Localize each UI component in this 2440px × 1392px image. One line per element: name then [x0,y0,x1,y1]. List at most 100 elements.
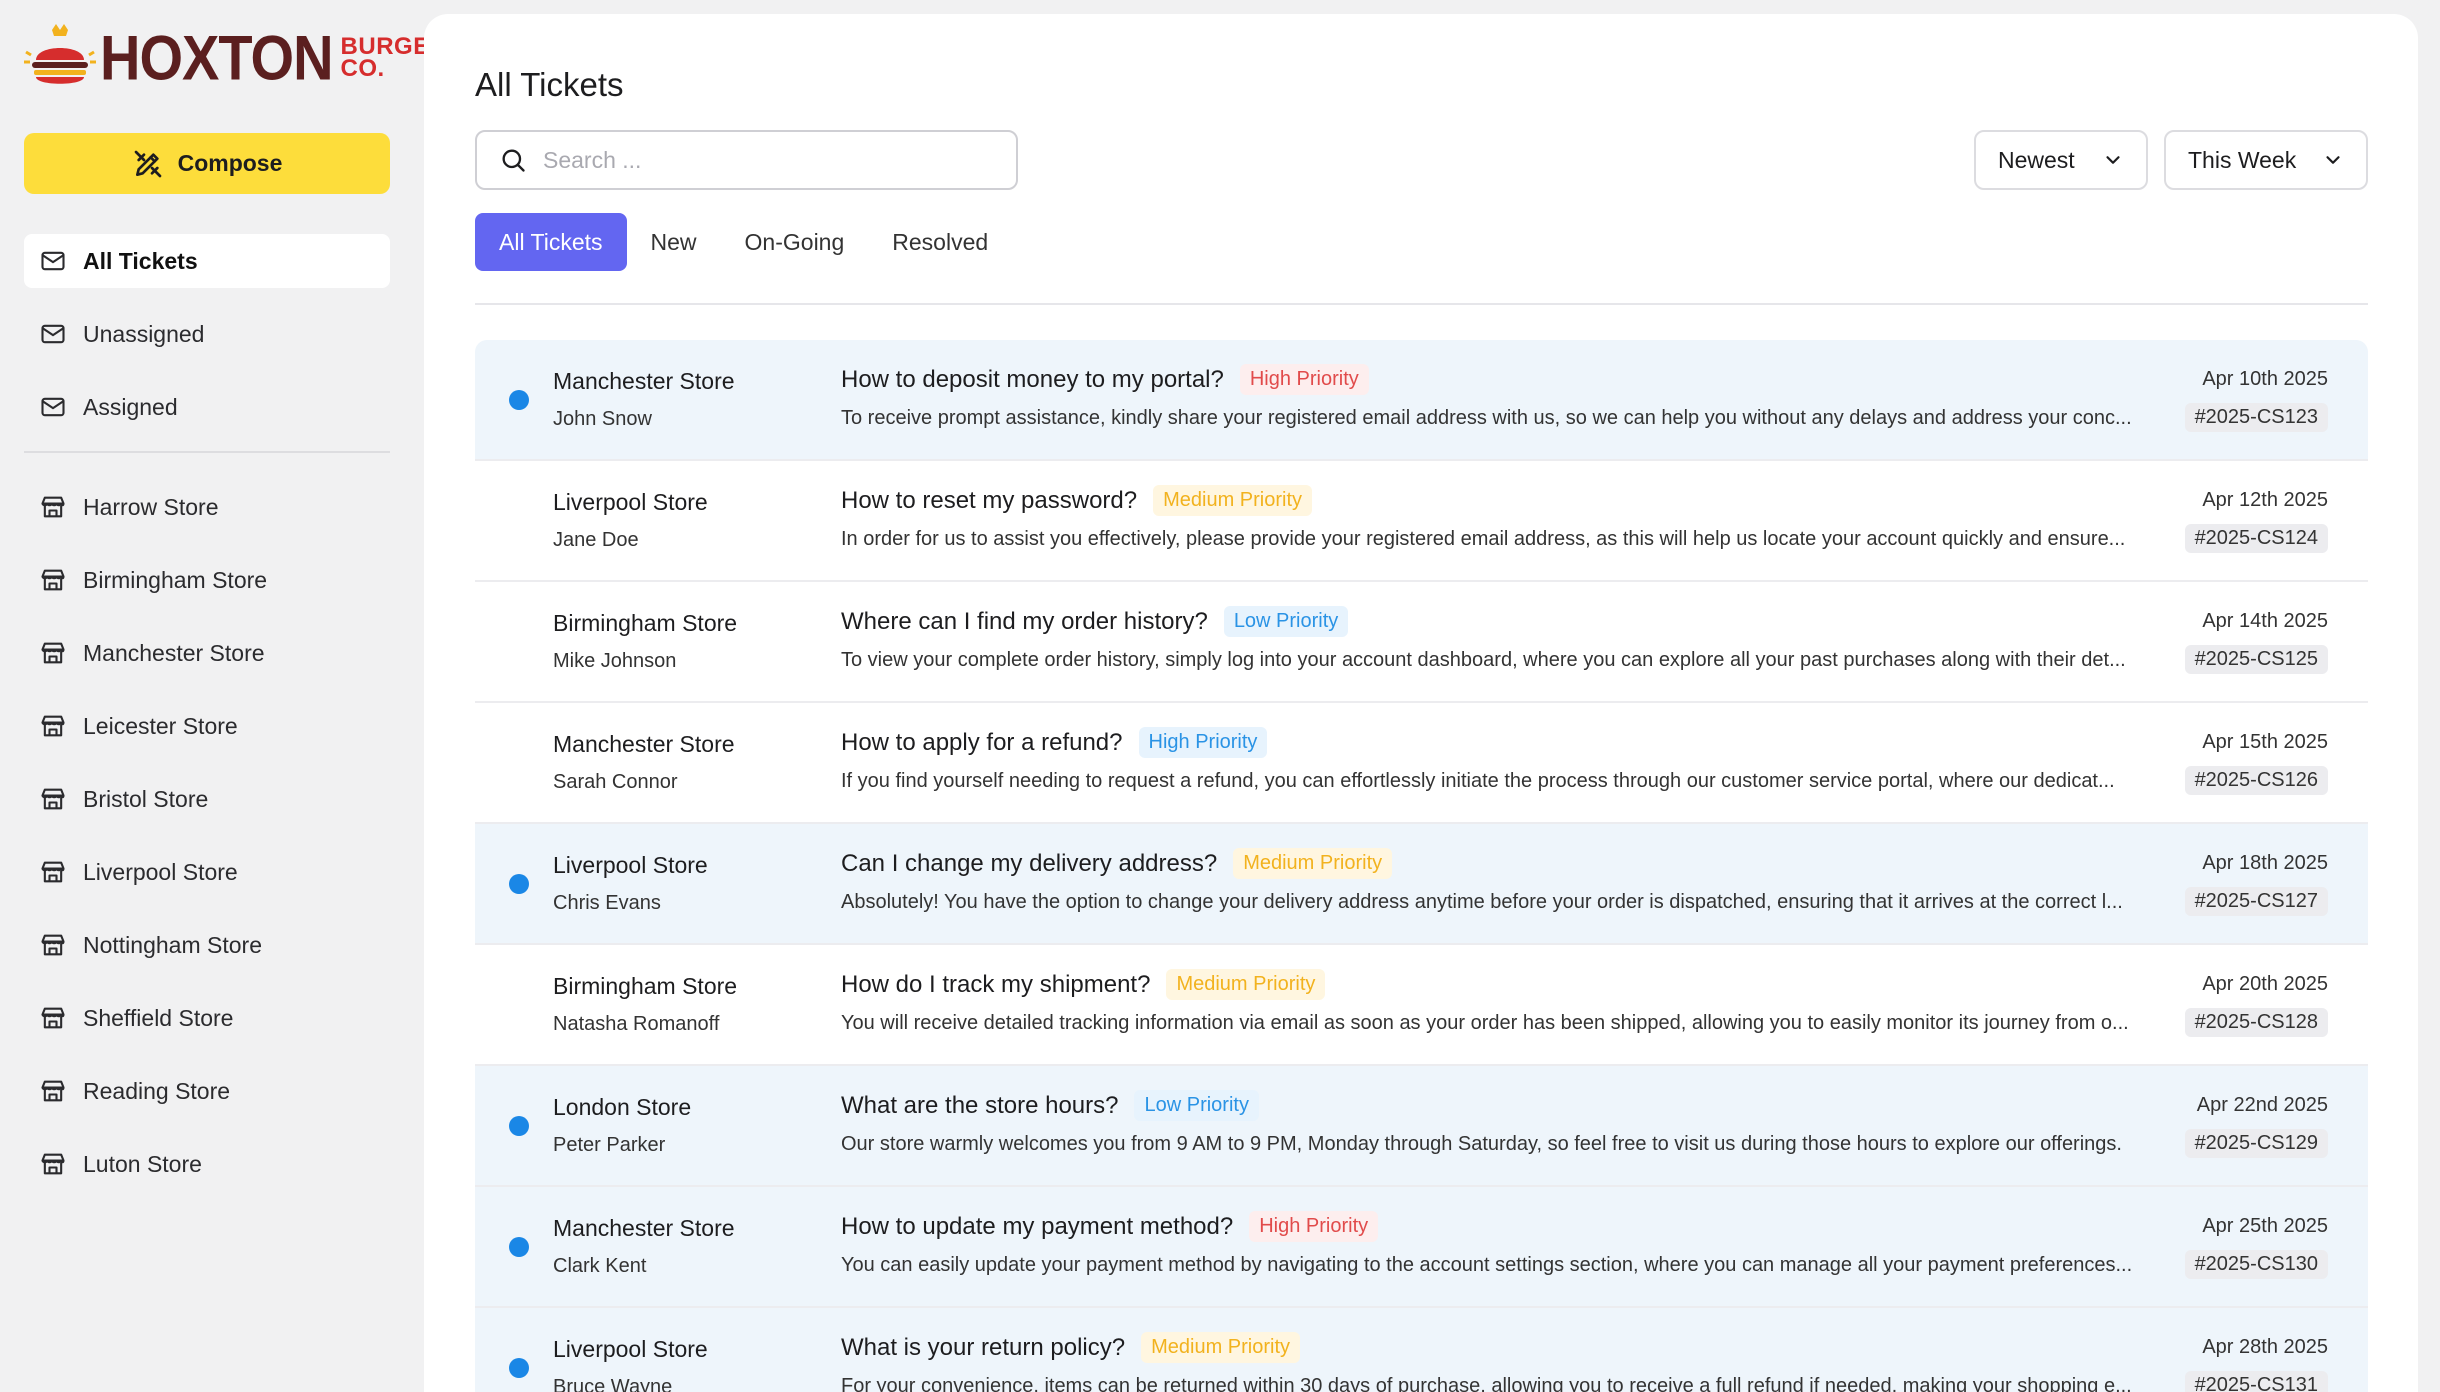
ticket-subject: What is your return policy? [841,1333,1126,1361]
ticket-store: Liverpool Store [553,489,708,515]
sidebar-item-label: Leicester Store [83,712,238,739]
ticket-row[interactable]: Liverpool Store Jane Doe How to reset my p… [475,461,2368,582]
ticket-subject: What are the store hours? [841,1091,1119,1119]
nav-item-label: Assigned [83,393,178,420]
ticket-customer: Sarah Connor [553,771,678,793]
nav-item-unassigned[interactable]: Unassigned [24,307,390,361]
ticket-subject-line: How to deposit money to my portal? High P… [841,364,1369,395]
unread-dot-icon [509,389,529,410]
sidebar-item-store[interactable]: Nottingham Store [24,918,390,972]
sidebar-divider [24,451,390,453]
chevron-down-icon [2326,156,2340,164]
ticket-date: Apr 14th 2025 [2202,610,2328,632]
nav-item-assigned[interactable]: Assigned [24,380,390,434]
ticket-subject: Where can I find my order history? [841,607,1208,635]
ticket-store: London Store [553,1094,692,1120]
sidebar-item-store[interactable]: Harrow Store [24,480,390,534]
priority-badge: Low Priority [1134,1090,1259,1121]
ticket-id-badge: #2025-CS123 [2184,403,2328,432]
ticket-subject: How do I track my shipment? [841,970,1151,998]
store-icon [41,788,65,810]
store-icon [41,934,65,956]
ticket-date: Apr 25th 2025 [2202,1215,2328,1237]
ticket-date: Apr 22nd 2025 [2196,1094,2328,1116]
tab-resolved[interactable]: Resolved [868,213,1012,271]
brand-logo[interactable]: HOXTON BURGER CO. [22,22,447,94]
priority-badge: Medium Priority [1233,848,1393,879]
sidebar-item-store[interactable]: Luton Store [24,1137,390,1191]
ticket-subject-line: Can I change my delivery address? Medium … [841,848,1393,879]
ticket-subject-line: How do I track my shipment? Medium Priori… [841,969,1326,1000]
sidebar-item-store[interactable]: Reading Store [24,1064,390,1118]
ticket-store: Liverpool Store [553,1336,708,1362]
ticket-preview: You will receive detailed tracking infor… [841,1012,2129,1034]
ticket-row[interactable]: Birmingham Store Natasha Romanoff How do I… [475,945,2368,1066]
ticket-customer: John Snow [553,408,652,430]
store-icon [41,642,65,664]
ticket-date: Apr 15th 2025 [2202,731,2328,753]
sidebar-item-store[interactable]: Bristol Store [24,772,390,826]
ticket-date: Apr 10th 2025 [2202,368,2328,390]
unread-dot-icon [509,1115,529,1136]
priority-badge: Medium Priority [1153,485,1313,516]
ticket-id-badge: #2025-CS130 [2184,1250,2328,1279]
ticket-customer: Mike Johnson [553,650,677,672]
ticket-preview: For your convenience, items can be retur… [841,1375,2132,1392]
ticket-preview: To view your complete order history, sim… [841,649,2126,671]
tab-new[interactable]: New [627,213,721,271]
ticket-list: Manchester Store John Snow How to deposit … [475,340,2368,1392]
ticket-store: Manchester Store [553,368,735,394]
tab-all-tickets[interactable]: All Tickets [475,213,627,271]
ticket-subject-line: What are the store hours? Low Priority [841,1090,1259,1121]
sidebar-item-store[interactable]: Sheffield Store [24,991,390,1045]
sidebar-item-store[interactable]: Birmingham Store [24,553,390,607]
sidebar-item-store[interactable]: Manchester Store [24,626,390,680]
date-range-dropdown[interactable]: This Week [2164,130,2368,190]
tabs-divider [475,303,2368,305]
ticket-date: Apr 18th 2025 [2202,852,2328,874]
ticket-row[interactable]: Manchester Store Sarah Connor How to apply… [475,703,2368,824]
store-nav: Harrow Store Birmingham Store Manchester S… [24,480,390,1210]
ticket-preview: In order for us to assist you effectivel… [841,528,2126,550]
sort-dropdown[interactable]: Newest [1974,130,2148,190]
ticket-row[interactable]: Liverpool Store Bruce Wayne What is your r… [475,1308,2368,1392]
store-icon [41,715,65,737]
mail-icon [41,324,65,344]
priority-badge: High Priority [1239,364,1369,395]
ticket-row[interactable]: Birmingham Store Mike Johnson Where can I … [475,582,2368,703]
ticket-subject: How to apply for a refund? [841,728,1123,756]
ticket-customer: Clark Kent [553,1255,647,1277]
compose-button[interactable]: Compose [24,133,390,194]
ticket-preview: If you find yourself needing to request … [841,770,2115,792]
sort-dropdown-value: Newest [1998,146,2075,173]
search-box[interactable] [475,130,1018,190]
ticket-id-badge: #2025-CS124 [2184,524,2328,553]
priority-badge: Medium Priority [1141,1332,1301,1363]
compose-icon [134,150,161,177]
brand-name: HOXTON [100,22,334,93]
store-icon [41,496,65,518]
ticket-row[interactable]: London Store Peter Parker What are the sto… [475,1066,2368,1187]
ticket-preview: Our store warmly welcomes you from 9 AM … [841,1133,2122,1155]
sidebar-item-store[interactable]: Leicester Store [24,699,390,753]
search-icon [502,149,525,172]
ticket-row[interactable]: Manchester Store Clark Kent How to update … [475,1187,2368,1308]
mail-nav: All Tickets Unassigned Assigned [24,234,390,453]
ticket-id-badge: #2025-CS125 [2184,645,2328,674]
priority-badge: Medium Priority [1166,969,1326,1000]
ticket-row[interactable]: Liverpool Store Chris Evans Can I change m… [475,824,2368,945]
ticket-subject-line: How to reset my password? Medium Priority [841,485,1313,516]
sidebar-item-label: Luton Store [83,1150,202,1177]
ticket-store: Liverpool Store [553,852,708,878]
date-range-dropdown-value: This Week [2188,146,2297,173]
ticket-store: Manchester Store [553,731,735,757]
sidebar-item-store[interactable]: Liverpool Store [24,845,390,899]
ticket-row[interactable]: Manchester Store John Snow How to deposit … [475,340,2368,461]
nav-item-all-tickets[interactable]: All Tickets [24,234,390,288]
priority-badge: High Priority [1138,727,1268,758]
tab-on-going[interactable]: On-Going [721,213,869,271]
unread-dot-icon [509,1357,529,1378]
ticket-subject-line: How to apply for a refund? High Priority [841,727,1268,758]
search-input[interactable] [543,146,1016,174]
ticket-id-badge: #2025-CS129 [2184,1129,2328,1158]
